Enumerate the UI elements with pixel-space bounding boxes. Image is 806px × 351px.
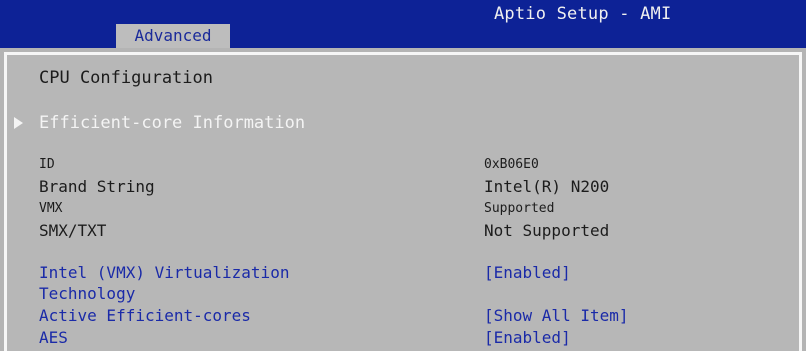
info-label: Brand String <box>39 177 155 196</box>
submenu-efficient-core-information[interactable]: Efficient-core Information <box>0 113 806 135</box>
info-label: SMX/TXT <box>39 221 107 240</box>
option-value[interactable]: [Show All Item] <box>484 306 629 325</box>
info-value: Not Supported <box>484 221 610 240</box>
info-value: 0xB06E0 <box>484 157 539 172</box>
info-label: VMX <box>39 201 63 216</box>
option-label: Active Efficient-cores <box>39 306 251 325</box>
option-value[interactable]: [Enabled] <box>484 328 571 347</box>
info-label: ID <box>39 157 55 172</box>
option-label: AES <box>39 328 68 347</box>
tab-advanced[interactable]: Advanced <box>116 24 230 48</box>
app-title: Aptio Setup - AMI <box>494 4 672 24</box>
page-title: CPU Configuration <box>39 68 213 88</box>
info-value: Intel(R) N200 <box>484 177 610 196</box>
option-value[interactable]: [Enabled] <box>484 263 571 282</box>
header-bar: Aptio Setup - AMI Advanced <box>0 0 806 48</box>
triangle-right-icon <box>14 117 23 129</box>
submenu-label: Efficient-core Information <box>39 113 306 133</box>
info-value: Supported <box>484 201 555 216</box>
option-label: Technology <box>39 284 136 303</box>
option-label: Intel (VMX) Virtualization <box>39 263 290 282</box>
